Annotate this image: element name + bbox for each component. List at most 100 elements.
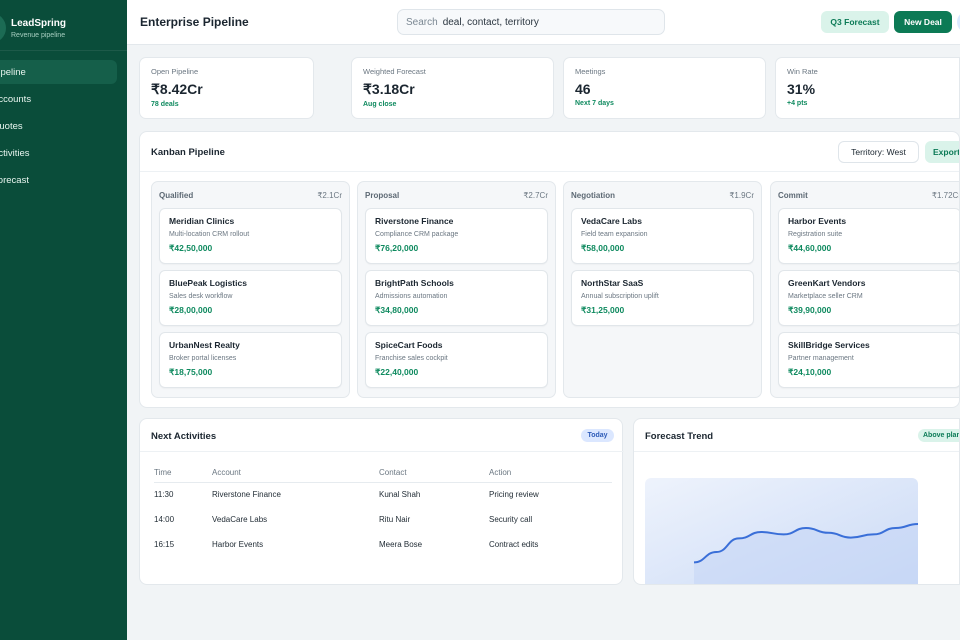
export-button[interactable]: Export xyxy=(925,141,959,163)
deal-card[interactable]: GreenKart Vendors Marketplace seller CRM ₹… xyxy=(778,270,959,326)
deal-amount: ₹34,80,000 xyxy=(375,305,419,315)
kanban-panel: Kanban Pipeline Territory: West Export Q… xyxy=(139,131,960,408)
deal-amount: ₹42,50,000 xyxy=(169,243,213,253)
stat-label: Open Pipeline xyxy=(151,67,199,76)
deal-description: Partner management xyxy=(788,355,854,362)
sidebar-item-accounts[interactable]: Accounts xyxy=(0,87,127,111)
deal-description: Field team expansion xyxy=(581,231,648,238)
kanban-column-qualified: Qualified ₹2.1Cr Meridian Clinics Multi-lo… xyxy=(151,181,350,398)
cell-time: 11:30 xyxy=(154,490,174,500)
column-total: ₹2.1Cr xyxy=(317,190,342,200)
sidebar-item-forecast[interactable]: Forecast xyxy=(0,168,127,192)
stat-sub: +4 pts xyxy=(787,100,808,107)
column-total: ₹1.9Cr xyxy=(729,190,754,200)
deal-amount: ₹39,90,000 xyxy=(788,305,832,315)
page-title: Enterprise Pipeline xyxy=(140,15,249,29)
activities-table: Time Account Contact Action 11:30 Rivers… xyxy=(154,463,612,557)
stat-value: 31% xyxy=(787,81,816,97)
cell-time: 16:15 xyxy=(154,540,175,549)
deal-card[interactable]: BrightPath Schools Admissions automation ₹… xyxy=(365,270,548,326)
deal-card[interactable]: Riverstone Finance Compliance CRM package… xyxy=(365,208,548,264)
column-header-contact: Contact xyxy=(379,463,489,483)
territory-filter-button[interactable]: Territory: West xyxy=(838,141,919,163)
search-input[interactable]: Search deal, contact, territory xyxy=(397,9,665,35)
top-header: Enterprise Pipeline Search deal, contact… xyxy=(127,0,960,45)
divider xyxy=(140,451,624,452)
column-total: ₹2.7Cr xyxy=(523,190,548,200)
deal-description: Broker portal licenses xyxy=(169,355,237,362)
brand: LeadSpring Revenue pipeline xyxy=(0,10,66,46)
stat-label: Win Rate xyxy=(787,67,818,76)
column-name: Commit xyxy=(778,190,808,200)
stat-label: Weighted Forecast xyxy=(363,67,426,76)
table-row[interactable]: 16:15 Harbor Events Meera Bose Contract … xyxy=(154,532,612,557)
kanban-title: Kanban Pipeline xyxy=(151,147,225,158)
search-value: deal, contact, territory xyxy=(442,16,539,28)
kanban-header: Kanban Pipeline Territory: West Export xyxy=(140,132,959,172)
stat-value: ₹8.42Cr xyxy=(151,81,203,97)
deal-name: Harbor Events xyxy=(788,216,847,226)
column-total: ₹1.72Cr xyxy=(931,190,960,200)
cell-account: VedaCare Labs xyxy=(212,515,268,524)
sidebar-item-label: Quotes xyxy=(0,120,23,132)
cell-contact: Kunal Shah xyxy=(379,490,421,500)
deal-description: Marketplace seller CRM xyxy=(788,293,863,300)
deal-card[interactable]: Harbor Events Registration suite ₹44,60,00… xyxy=(778,208,959,264)
sidebar-item-label: Activities xyxy=(0,147,30,159)
column-header-action: Action xyxy=(489,463,612,483)
sidebar-item-pipeline[interactable]: Pipeline xyxy=(0,60,117,84)
today-badge: Today xyxy=(581,429,614,442)
table-row[interactable]: 14:00 VedaCare Labs Ritu Nair Security c… xyxy=(154,507,612,532)
sidebar-item-label: Accounts xyxy=(0,93,32,105)
next-activities-panel: Next Activities Today Time Account Conta… xyxy=(139,418,624,585)
stat-sub: Aug close xyxy=(363,101,397,108)
deal-name: GreenKart Vendors xyxy=(788,278,866,288)
q3-forecast-button[interactable]: Q3 Forecast xyxy=(821,11,889,33)
stat-value: ₹3.18Cr xyxy=(363,81,415,97)
sidebar-item-activities[interactable]: Activities xyxy=(0,141,127,165)
column-name: Proposal xyxy=(365,190,400,200)
column-header-time: Time xyxy=(154,463,212,483)
kanban-column-negotiation: Negotiation ₹1.9Cr VedaCare Labs Field tea… xyxy=(563,181,762,398)
stat-label: Meetings xyxy=(575,67,606,76)
deal-description: Compliance CRM package xyxy=(375,231,459,238)
deal-card[interactable]: Meridian Clinics Multi-location CRM rollo… xyxy=(159,208,342,264)
deal-description: Sales desk workflow xyxy=(169,293,233,300)
deal-name: BluePeak Logistics xyxy=(169,278,247,288)
deal-name: Meridian Clinics xyxy=(169,216,235,226)
cell-time: 14:00 xyxy=(154,515,175,524)
deal-amount: ₹31,25,000 xyxy=(581,305,625,315)
deal-card[interactable]: BluePeak Logistics Sales desk workflow ₹28… xyxy=(159,270,342,326)
sidebar-divider xyxy=(0,50,127,51)
sidebar-nav: Pipeline Accounts Quotes Activities Fore… xyxy=(0,60,127,195)
stat-value: 46 xyxy=(575,81,591,97)
brand-name: LeadSpring xyxy=(11,17,67,29)
table-header-row: Time Account Contact Action xyxy=(154,463,612,483)
stat-sub: Next 7 days xyxy=(575,100,614,107)
deal-amount: ₹22,40,000 xyxy=(375,367,419,377)
deal-card[interactable]: NorthStar SaaS Annual subscription uplift… xyxy=(571,270,754,326)
deal-description: Admissions automation xyxy=(375,293,448,300)
cell-account: Harbor Events xyxy=(212,540,264,549)
table-row[interactable]: 11:30 Riverstone Finance Kunal Shah Pric… xyxy=(154,482,612,507)
deal-amount: ₹24,10,000 xyxy=(788,367,832,377)
cell-action: Contract edits xyxy=(489,540,539,549)
forecast-trend-panel: Forecast Trend Above plan xyxy=(633,418,960,585)
deal-card[interactable]: SkillBridge Services Partner management ₹2… xyxy=(778,332,959,388)
sidebar-item-quotes[interactable]: Quotes xyxy=(0,114,127,138)
deal-amount: ₹76,20,000 xyxy=(375,243,419,253)
deal-name: BrightPath Schools xyxy=(375,278,454,288)
new-deal-button[interactable]: New Deal xyxy=(894,11,952,33)
deal-card[interactable]: UrbanNest Realty Broker portal licenses ₹1… xyxy=(159,332,342,388)
stat-card-open-pipeline: Open Pipeline ₹8.42Cr 78 deals xyxy=(139,57,314,119)
deal-amount: ₹18,75,000 xyxy=(169,367,213,377)
deal-card[interactable]: VedaCare Labs Field team expansion ₹58,00,… xyxy=(571,208,754,264)
stat-card-meetings: Meetings 46 Next 7 days xyxy=(563,57,766,119)
sidebar-item-label: Pipeline xyxy=(0,66,26,78)
column-name: Qualified xyxy=(159,190,194,200)
deal-description: Annual subscription uplift xyxy=(581,293,659,300)
forecast-trend-chart xyxy=(645,478,919,584)
deal-card[interactable]: SpiceCart Foods Franchise sales cockpit ₹2… xyxy=(365,332,548,388)
cell-action: Pricing review xyxy=(489,490,539,500)
deal-amount: ₹28,00,000 xyxy=(169,305,213,315)
